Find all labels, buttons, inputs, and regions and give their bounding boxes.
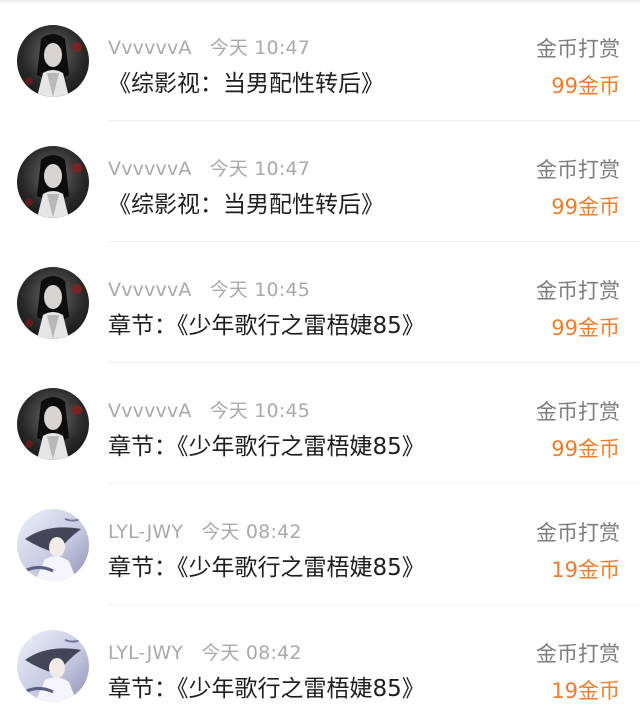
avatar[interactable] xyxy=(17,25,89,97)
avatar[interactable] xyxy=(17,267,89,339)
light-ink-avatar-icon xyxy=(17,509,89,581)
reward-amount: 99金币 xyxy=(551,437,620,461)
record-meta: LYL-JWY 今天 08:42 xyxy=(108,638,302,665)
reward-type: 金币打赏 xyxy=(536,400,620,424)
username[interactable]: VvvvvvA xyxy=(108,279,192,301)
username[interactable]: VvvvvvA xyxy=(108,158,192,180)
timestamp: 今天 10:47 xyxy=(209,158,311,180)
username[interactable]: VvvvvvA xyxy=(108,400,192,422)
list-item[interactable]: LYL-JWY 今天 08:42 章节：《少年歌行之雷梧婕85》 金币打赏 19金… xyxy=(0,605,640,726)
reward-type: 金币打赏 xyxy=(536,279,620,303)
record-meta: LYL-JWY 今天 08:42 xyxy=(108,517,302,544)
username[interactable]: VvvvvvA xyxy=(108,37,192,59)
username[interactable]: LYL-JWY xyxy=(108,521,183,543)
reward-amount: 19金币 xyxy=(551,558,620,582)
work-title[interactable]: 章节：《少年歌行之雷梧婕85》 xyxy=(108,548,425,582)
timestamp: 今天 10:45 xyxy=(209,400,311,422)
timestamp: 今天 08:42 xyxy=(201,521,302,543)
avatar[interactable] xyxy=(17,509,89,581)
record-meta: VvvvvvA 今天 10:47 xyxy=(108,154,310,181)
timestamp: 今天 10:47 xyxy=(209,37,311,59)
work-title[interactable]: 《综影视：当男配性转后》 xyxy=(108,185,384,219)
list-item[interactable]: VvvvvvA 今天 10:45 章节：《少年歌行之雷梧婕85》 金币打赏 99金… xyxy=(0,242,640,363)
avatar[interactable] xyxy=(17,388,89,460)
work-title[interactable]: 章节：《少年歌行之雷梧婕85》 xyxy=(108,669,425,703)
record-meta: VvvvvvA 今天 10:47 xyxy=(108,33,310,60)
record-meta: VvvvvvA 今天 10:45 xyxy=(108,396,310,423)
list-item[interactable]: VvvvvvA 今天 10:45 章节：《少年歌行之雷梧婕85》 金币打赏 99金… xyxy=(0,363,640,484)
reward-type: 金币打赏 xyxy=(536,37,620,61)
dark-ink-avatar-icon xyxy=(17,388,89,460)
reward-record-list: VvvvvvA 今天 10:47 《综影视：当男配性转后》 金币打赏 99金币 V… xyxy=(0,0,640,726)
reward-amount: 19金币 xyxy=(551,679,620,703)
dark-ink-avatar-icon xyxy=(17,25,89,97)
dark-ink-avatar-icon xyxy=(17,146,89,218)
timestamp: 今天 08:42 xyxy=(201,642,302,664)
work-title[interactable]: 《综影视：当男配性转后》 xyxy=(108,64,384,98)
reward-amount: 99金币 xyxy=(551,195,620,219)
reward-amount: 99金币 xyxy=(551,316,620,340)
avatar[interactable] xyxy=(17,630,89,702)
username[interactable]: LYL-JWY xyxy=(108,642,183,664)
timestamp: 今天 10:45 xyxy=(209,279,311,301)
record-meta: VvvvvvA 今天 10:45 xyxy=(108,275,310,302)
list-item[interactable]: LYL-JWY 今天 08:42 章节：《少年歌行之雷梧婕85》 金币打赏 19金… xyxy=(0,484,640,605)
light-ink-avatar-icon xyxy=(17,630,89,702)
work-title[interactable]: 章节：《少年歌行之雷梧婕85》 xyxy=(108,306,425,340)
reward-type: 金币打赏 xyxy=(536,158,620,182)
dark-ink-avatar-icon xyxy=(17,267,89,339)
reward-amount: 99金币 xyxy=(551,74,620,98)
list-item[interactable]: VvvvvvA 今天 10:47 《综影视：当男配性转后》 金币打赏 99金币 xyxy=(0,121,640,242)
avatar[interactable] xyxy=(17,146,89,218)
reward-type: 金币打赏 xyxy=(536,521,620,545)
list-item[interactable]: VvvvvvA 今天 10:47 《综影视：当男配性转后》 金币打赏 99金币 xyxy=(0,0,640,121)
reward-type: 金币打赏 xyxy=(536,642,620,666)
work-title[interactable]: 章节：《少年歌行之雷梧婕85》 xyxy=(108,427,425,461)
